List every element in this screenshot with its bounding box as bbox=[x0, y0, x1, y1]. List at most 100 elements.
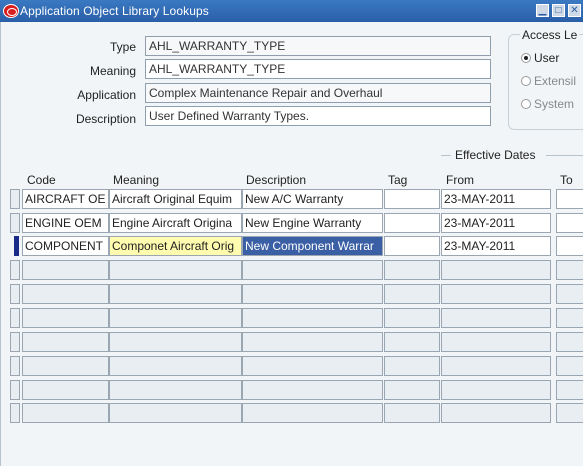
code-cell[interactable] bbox=[22, 356, 109, 376]
meaning-cell[interactable]: Componet Aircraft Orig bbox=[109, 236, 242, 256]
access-extensible-radio[interactable]: Extensil bbox=[521, 74, 576, 88]
table-row-empty bbox=[0, 356, 583, 378]
description-cell[interactable]: New Engine Warranty bbox=[242, 213, 383, 233]
tag-cell[interactable] bbox=[384, 213, 440, 233]
to-date-cell[interactable] bbox=[556, 260, 583, 280]
tag-cell[interactable] bbox=[384, 332, 440, 352]
tag-cell[interactable] bbox=[384, 403, 440, 423]
application-field[interactable]: Complex Maintenance Repair and Overhaul bbox=[145, 83, 491, 103]
radio-unselected-icon bbox=[521, 76, 531, 86]
column-header-to: To bbox=[560, 173, 573, 187]
from-date-cell[interactable] bbox=[441, 380, 551, 400]
divider bbox=[441, 155, 451, 156]
access-system-radio[interactable]: System bbox=[521, 97, 574, 111]
title-bar: Application Object Library Lookups ▁ □ ✕ bbox=[0, 0, 583, 22]
from-date-cell[interactable]: 23-MAY-2011 bbox=[441, 189, 551, 209]
maximize-button[interactable]: □ bbox=[552, 4, 565, 17]
from-date-cell[interactable]: 23-MAY-2011 bbox=[441, 236, 551, 256]
type-field[interactable]: AHL_WARRANTY_TYPE bbox=[145, 36, 491, 56]
row-indicator[interactable] bbox=[10, 332, 20, 352]
to-date-cell[interactable] bbox=[556, 213, 583, 233]
meaning-cell[interactable]: Engine Aircraft Origina bbox=[109, 213, 242, 233]
meaning-label: Meaning bbox=[89, 64, 136, 78]
code-cell[interactable]: ENGINE OEM bbox=[22, 213, 109, 233]
description-cell[interactable] bbox=[242, 403, 383, 423]
description-cell[interactable] bbox=[242, 260, 383, 280]
meaning-cell[interactable] bbox=[109, 308, 242, 328]
table-row-empty bbox=[0, 332, 583, 354]
meaning-cell[interactable] bbox=[109, 403, 242, 423]
type-label: Type bbox=[109, 40, 136, 54]
table-row-empty bbox=[0, 284, 583, 306]
from-date-cell[interactable] bbox=[441, 356, 551, 376]
meaning-field[interactable]: AHL_WARRANTY_TYPE bbox=[145, 59, 491, 79]
description-cell[interactable] bbox=[242, 332, 383, 352]
code-cell[interactable] bbox=[22, 403, 109, 423]
meaning-cell[interactable]: Aircraft Original Equim bbox=[109, 189, 242, 209]
to-date-cell[interactable] bbox=[556, 332, 583, 352]
to-date-cell[interactable] bbox=[556, 403, 583, 423]
tag-cell[interactable] bbox=[384, 236, 440, 256]
from-date-cell[interactable] bbox=[441, 284, 551, 304]
application-label: Application bbox=[77, 88, 136, 102]
description-cell[interactable] bbox=[242, 356, 383, 376]
from-date-cell[interactable] bbox=[441, 260, 551, 280]
description-cell[interactable] bbox=[242, 308, 383, 328]
tag-cell[interactable] bbox=[384, 356, 440, 376]
meaning-cell[interactable] bbox=[109, 284, 242, 304]
row-indicator[interactable] bbox=[10, 213, 20, 233]
tag-cell[interactable] bbox=[384, 308, 440, 328]
column-header-code: Code bbox=[27, 173, 56, 187]
to-date-cell[interactable] bbox=[556, 356, 583, 376]
row-indicator[interactable] bbox=[10, 380, 20, 400]
row-indicator[interactable] bbox=[10, 284, 20, 304]
to-date-cell[interactable] bbox=[556, 308, 583, 328]
tag-cell[interactable] bbox=[384, 260, 440, 280]
table-row-empty bbox=[0, 380, 583, 402]
to-date-cell[interactable] bbox=[556, 236, 583, 256]
radio-unselected-icon bbox=[521, 99, 531, 109]
description-cell[interactable] bbox=[242, 380, 383, 400]
code-cell[interactable] bbox=[22, 260, 109, 280]
tag-cell[interactable] bbox=[384, 284, 440, 304]
to-date-cell[interactable] bbox=[556, 189, 583, 209]
to-date-cell[interactable] bbox=[556, 284, 583, 304]
radio-selected-icon bbox=[521, 53, 531, 63]
row-indicator[interactable] bbox=[10, 189, 20, 209]
code-cell[interactable]: AIRCRAFT OE bbox=[22, 189, 109, 209]
tag-cell[interactable] bbox=[384, 189, 440, 209]
from-date-cell[interactable] bbox=[441, 403, 551, 423]
code-cell[interactable] bbox=[22, 380, 109, 400]
meaning-cell[interactable] bbox=[109, 380, 242, 400]
tag-cell[interactable] bbox=[384, 380, 440, 400]
meaning-cell[interactable] bbox=[109, 260, 242, 280]
row-indicator[interactable] bbox=[10, 403, 20, 423]
minimize-button[interactable]: ▁ bbox=[536, 4, 549, 17]
window-title: Application Object Library Lookups bbox=[20, 4, 209, 18]
access-level-title: Access Le bbox=[520, 28, 580, 42]
row-indicator[interactable] bbox=[10, 308, 20, 328]
row-indicator[interactable] bbox=[10, 260, 20, 280]
close-button[interactable]: ✕ bbox=[568, 4, 581, 17]
row-indicator[interactable] bbox=[10, 356, 20, 376]
meaning-cell[interactable] bbox=[109, 332, 242, 352]
code-cell[interactable] bbox=[22, 308, 109, 328]
description-cell[interactable]: New A/C Warranty bbox=[242, 189, 383, 209]
table-row: ENGINE OEM Engine Aircraft Origina New E… bbox=[0, 213, 583, 235]
access-user-radio[interactable]: User bbox=[521, 51, 559, 65]
column-header-from: From bbox=[446, 173, 474, 187]
code-cell[interactable] bbox=[22, 332, 109, 352]
from-date-cell[interactable] bbox=[441, 332, 551, 352]
code-cell[interactable]: COMPONENT bbox=[22, 236, 109, 256]
meaning-cell[interactable] bbox=[109, 356, 242, 376]
oracle-logo-icon bbox=[3, 4, 19, 18]
current-row-indicator[interactable] bbox=[14, 236, 19, 256]
from-date-cell[interactable] bbox=[441, 308, 551, 328]
table-row: AIRCRAFT OE Aircraft Original Equim New … bbox=[0, 189, 583, 211]
description-field[interactable]: User Defined Warranty Types. bbox=[145, 106, 491, 126]
description-cell-focused[interactable]: New Component Warrar bbox=[242, 236, 383, 256]
to-date-cell[interactable] bbox=[556, 380, 583, 400]
code-cell[interactable] bbox=[22, 284, 109, 304]
description-cell[interactable] bbox=[242, 284, 383, 304]
from-date-cell[interactable]: 23-MAY-2011 bbox=[441, 213, 551, 233]
